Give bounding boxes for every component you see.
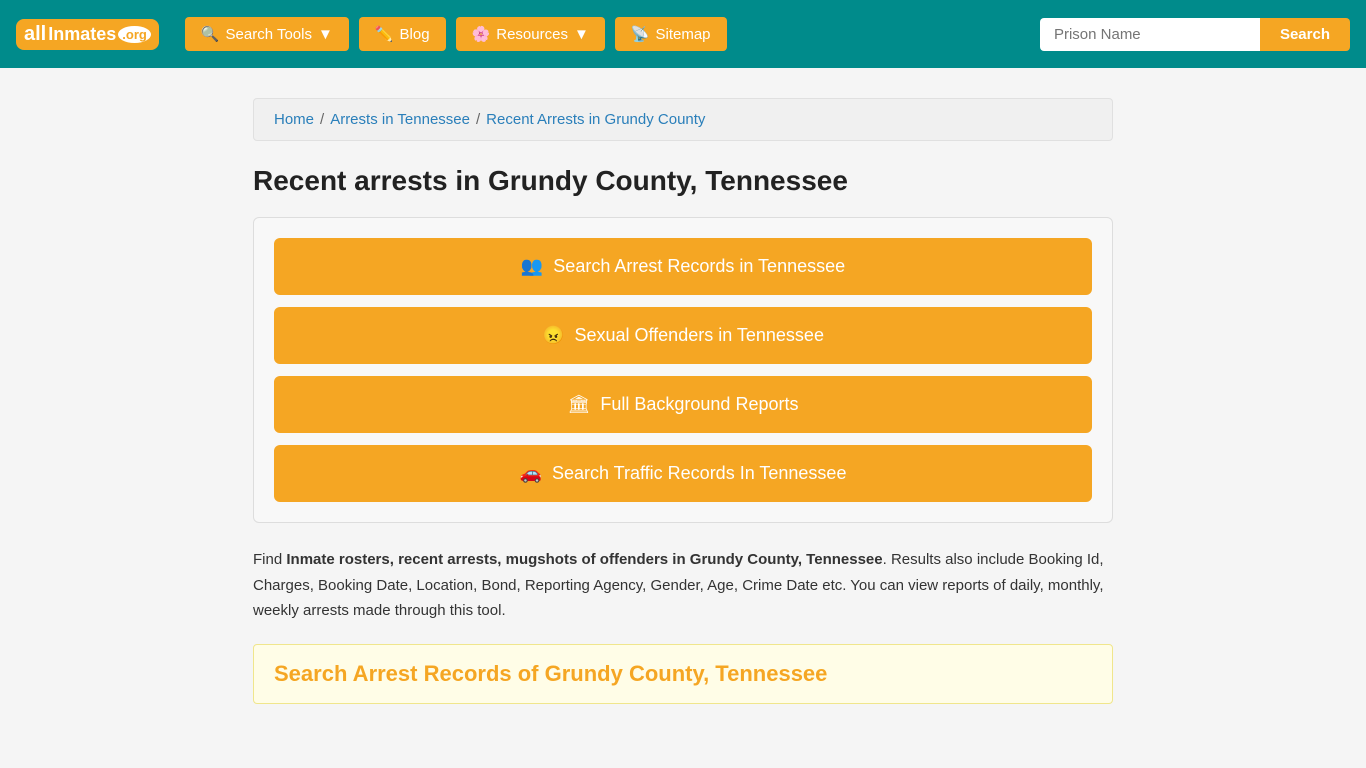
prison-name-input[interactable]: [1040, 18, 1260, 51]
blog-button[interactable]: ✏️ Blog: [359, 17, 446, 51]
section-header-box: Search Arrest Records of Grundy County, …: [253, 644, 1113, 704]
sexual-offenders-button[interactable]: 😠 Sexual Offenders in Tennessee: [274, 307, 1092, 364]
resources-button[interactable]: 🌸 Resources ▼: [456, 17, 605, 51]
main-content: Home / Arrests in Tennessee / Recent Arr…: [233, 98, 1133, 704]
description: Find Inmate rosters, recent arrests, mug…: [253, 547, 1113, 624]
logo-inmates-text: Inmates: [48, 24, 116, 45]
description-bold: Inmate rosters, recent arrests, mugshots…: [286, 551, 882, 568]
resources-icon: 🌸: [472, 25, 491, 43]
sitemap-icon: 📡: [631, 25, 650, 43]
background-reports-label: Full Background Reports: [600, 394, 798, 415]
traffic-records-label: Search Traffic Records In Tennessee: [552, 463, 847, 484]
logo-org-text: .org: [118, 26, 151, 43]
search-tools-chevron-icon: ▼: [318, 26, 333, 43]
car-icon: 🚗: [520, 463, 542, 484]
breadcrumb-current: Recent Arrests in Grundy County: [486, 111, 705, 128]
logo[interactable]: all Inmates .org: [16, 19, 159, 50]
sexual-offenders-label: Sexual Offenders in Tennessee: [574, 325, 824, 346]
offender-icon: 😠: [542, 325, 564, 346]
navbar-search: Search: [1040, 18, 1350, 51]
traffic-records-button[interactable]: 🚗 Search Traffic Records In Tennessee: [274, 445, 1092, 502]
building-icon: 🏛: [568, 394, 591, 415]
blog-label: Blog: [400, 26, 430, 43]
search-tools-icon: 🔍: [201, 25, 220, 43]
search-tools-button[interactable]: 🔍 Search Tools ▼: [185, 17, 349, 51]
people-icon: 👥: [521, 256, 543, 277]
sitemap-button[interactable]: 📡 Sitemap: [615, 17, 727, 51]
breadcrumb-arrests-tn[interactable]: Arrests in Tennessee: [330, 111, 470, 128]
background-reports-button[interactable]: 🏛 Full Background Reports: [274, 376, 1092, 433]
page-title: Recent arrests in Grundy County, Tenness…: [253, 165, 1113, 197]
search-tools-label: Search Tools: [226, 26, 312, 43]
resources-chevron-icon: ▼: [574, 26, 589, 43]
sitemap-label: Sitemap: [656, 26, 711, 43]
section-header-title: Search Arrest Records of Grundy County, …: [274, 661, 1092, 687]
navbar: all Inmates .org 🔍 Search Tools ▼ ✏️ Blo…: [0, 0, 1366, 68]
action-buttons-card: 👥 Search Arrest Records in Tennessee 😠 S…: [253, 217, 1113, 523]
search-arrest-records-label: Search Arrest Records in Tennessee: [553, 256, 845, 277]
breadcrumb: Home / Arrests in Tennessee / Recent Arr…: [274, 111, 1092, 128]
breadcrumb-container: Home / Arrests in Tennessee / Recent Arr…: [253, 98, 1113, 141]
navbar-search-button[interactable]: Search: [1260, 18, 1350, 51]
search-arrest-records-button[interactable]: 👥 Search Arrest Records in Tennessee: [274, 238, 1092, 295]
breadcrumb-home[interactable]: Home: [274, 111, 314, 128]
breadcrumb-sep-1: /: [320, 111, 324, 128]
blog-icon: ✏️: [375, 25, 394, 43]
resources-label: Resources: [496, 26, 568, 43]
description-intro: Find: [253, 551, 286, 568]
logo-all-text: all: [24, 23, 46, 46]
navbar-search-label: Search: [1280, 26, 1330, 43]
breadcrumb-sep-2: /: [476, 111, 480, 128]
